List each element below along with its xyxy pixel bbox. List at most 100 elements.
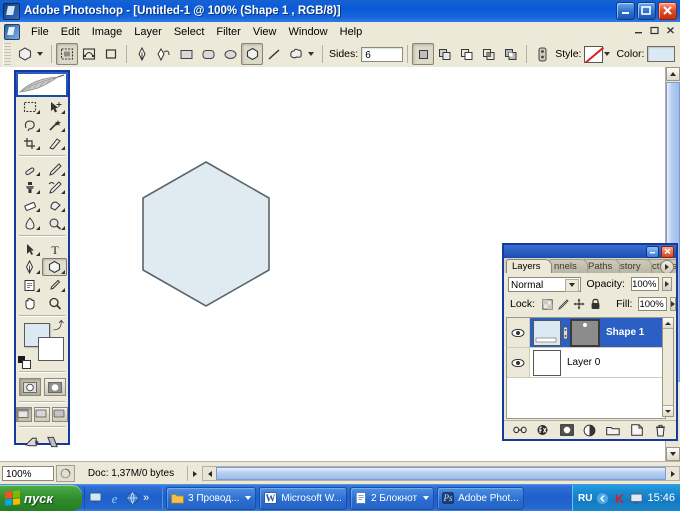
fx-icon[interactable]: [536, 423, 551, 438]
new-shape-layer-button[interactable]: [412, 43, 434, 65]
scroll-up-button[interactable]: [663, 318, 673, 329]
menu-item-edit[interactable]: Edit: [55, 24, 86, 40]
scroll-right-button[interactable]: [666, 471, 679, 477]
layer-thumbnail[interactable]: [533, 320, 561, 346]
quick-mask-icon[interactable]: [44, 378, 66, 396]
color-swatch[interactable]: [647, 46, 675, 62]
ellipse-icon[interactable]: [219, 43, 241, 65]
brush-icon[interactable]: [42, 160, 67, 178]
doc-minimize-button[interactable]: [633, 25, 644, 39]
style-swatch[interactable]: [584, 46, 603, 63]
taskbar-button-explorer[interactable]: 3 Провод...: [166, 487, 256, 510]
menu-item-select[interactable]: Select: [168, 24, 211, 40]
fill-spinner[interactable]: [670, 297, 676, 311]
options-bar-grip[interactable]: [3, 43, 11, 65]
tab-layers[interactable]: Layers: [506, 259, 552, 273]
desktop-icon[interactable]: [89, 491, 104, 506]
dodge-icon[interactable]: [42, 214, 67, 232]
lock-position-icon[interactable]: [573, 298, 585, 310]
layer-mask-icon[interactable]: [559, 423, 574, 438]
restore-button[interactable]: [637, 2, 656, 20]
clone-stamp-icon[interactable]: [17, 178, 42, 196]
standard-mask-icon[interactable]: [19, 378, 41, 396]
taskbar-button-word[interactable]: W Microsoft W...: [259, 487, 347, 510]
palette-close-button[interactable]: [661, 246, 674, 258]
screen-full-icon[interactable]: [52, 407, 68, 422]
menu-item-filter[interactable]: Filter: [210, 24, 246, 40]
notes-icon[interactable]: [17, 276, 42, 294]
line-icon[interactable]: [263, 43, 285, 65]
monitor-icon[interactable]: [630, 492, 643, 505]
tray-expand-icon[interactable]: [596, 492, 609, 505]
move-icon[interactable]: [42, 98, 67, 116]
taskbar-button-photoshop[interactable]: Ps Adobe Phot...: [437, 487, 524, 510]
fill-input[interactable]: 100%: [638, 297, 666, 311]
blur-icon[interactable]: [17, 214, 42, 232]
shape-layers-button[interactable]: [56, 43, 78, 65]
toolbox-title-bar[interactable]: [16, 72, 68, 97]
eye-icon[interactable]: [507, 318, 530, 347]
palette-title-bar[interactable]: [504, 245, 676, 258]
background-color-swatch[interactable]: [38, 337, 64, 361]
menu-item-view[interactable]: View: [247, 24, 283, 40]
imageready-icon[interactable]: [25, 434, 40, 449]
doc-restore-button[interactable]: [649, 25, 660, 39]
menu-item-layer[interactable]: Layer: [128, 24, 168, 40]
ie-icon[interactable]: e: [107, 491, 122, 506]
screen-menubar-icon[interactable]: [34, 407, 50, 422]
default-colors-icon[interactable]: [18, 356, 29, 367]
link-icon[interactable]: [561, 326, 570, 340]
table-row[interactable]: Layer 0: [507, 348, 665, 378]
magnifier-icon[interactable]: [42, 294, 67, 312]
pen-icon[interactable]: [131, 43, 153, 65]
chevron-down-icon[interactable]: [565, 279, 579, 292]
zoom-level-input[interactable]: 100%: [2, 466, 54, 481]
palette-menu-icon[interactable]: [660, 260, 674, 273]
close-button[interactable]: [658, 2, 677, 20]
rectangle-icon[interactable]: [175, 43, 197, 65]
history-brush-icon[interactable]: [42, 178, 67, 196]
scroll-down-button[interactable]: [666, 447, 680, 461]
folder-icon[interactable]: [606, 423, 621, 438]
eyedropper-icon[interactable]: [42, 276, 67, 294]
lasso-icon[interactable]: [17, 116, 42, 134]
scroll-down-button[interactable]: [663, 405, 673, 416]
hand-icon[interactable]: [17, 294, 42, 312]
globe-icon[interactable]: [125, 491, 140, 506]
polygon-icon[interactable]: [241, 43, 263, 65]
lock-transparency-icon[interactable]: [541, 298, 553, 310]
path-arrow-icon[interactable]: [17, 240, 42, 258]
screen-standard-icon[interactable]: [16, 407, 32, 422]
shape-options-chevron-down-icon[interactable]: [308, 52, 314, 56]
sides-input[interactable]: 6: [361, 47, 403, 62]
palette-minimize-button[interactable]: [646, 246, 659, 258]
chevron-down-icon[interactable]: [37, 52, 43, 56]
layers-scrollbar[interactable]: [662, 317, 674, 417]
opacity-spinner[interactable]: [662, 277, 672, 291]
layer-thumbnail[interactable]: [533, 350, 561, 376]
doc-close-button[interactable]: [665, 25, 676, 39]
eye-icon[interactable]: [507, 348, 530, 377]
polygon-tool-icon[interactable]: [14, 43, 36, 65]
swap-colors-icon[interactable]: ⤴: [53, 321, 64, 331]
menu-item-window[interactable]: Window: [283, 24, 334, 40]
tab-channels[interactable]: nnels: [548, 259, 588, 273]
magic-wand-icon[interactable]: [42, 116, 67, 134]
link-icon[interactable]: [512, 423, 527, 438]
trash-icon[interactable]: [653, 423, 668, 438]
vector-mask-thumbnail[interactable]: [570, 319, 600, 347]
status-more-button[interactable]: [188, 471, 202, 477]
polygon-icon[interactable]: [42, 258, 67, 276]
new-layer-icon[interactable]: [629, 423, 644, 438]
style-chevron-down-icon[interactable]: [604, 52, 610, 56]
pen-icon[interactable]: [17, 258, 42, 276]
freeform-pen-icon[interactable]: [153, 43, 175, 65]
double-chevron-icon[interactable]: »: [143, 491, 158, 506]
adjustment-icon[interactable]: [582, 423, 597, 438]
scroll-up-button[interactable]: [666, 67, 680, 81]
taskbar-button-notepad[interactable]: 2 Блокнот: [350, 487, 434, 510]
minimize-button[interactable]: [616, 2, 635, 20]
opacity-input[interactable]: 100%: [631, 277, 659, 291]
scroll-thumb-horizontal[interactable]: [216, 467, 666, 480]
rounded-rectangle-icon[interactable]: [197, 43, 219, 65]
